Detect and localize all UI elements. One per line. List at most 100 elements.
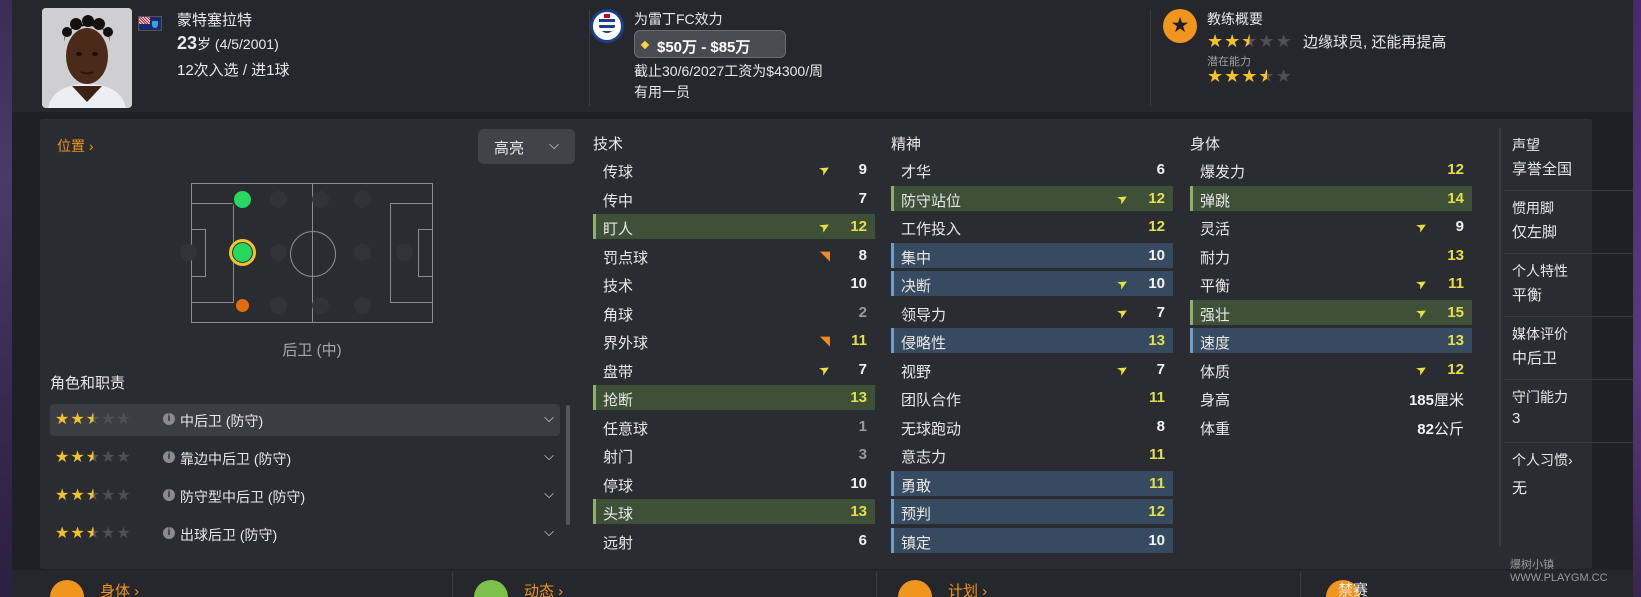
attribute-row[interactable]: 盯人 ➤ 12 bbox=[593, 214, 875, 239]
attribute-row[interactable]: 盘带 ➤ 7 bbox=[593, 357, 875, 382]
attribute-row[interactable]: 传球 ➤ 9 bbox=[593, 157, 875, 182]
position-dot[interactable] bbox=[354, 191, 371, 208]
attribute-name: 远射 bbox=[603, 534, 634, 552]
attribute-row[interactable]: 任意球 1 bbox=[593, 414, 875, 439]
attribute-row[interactable]: 侵略性 13 bbox=[891, 328, 1173, 353]
attribute-number: 12 bbox=[1447, 360, 1464, 378]
position-dot-natural[interactable] bbox=[229, 239, 256, 266]
position-dot[interactable] bbox=[270, 297, 287, 314]
attribute-row[interactable]: 角球 2 bbox=[593, 300, 875, 325]
position-dot[interactable] bbox=[270, 191, 287, 208]
attribute-row[interactable]: 勇敢 11 bbox=[891, 470, 1173, 496]
attribute-row[interactable]: 无球跑动 8 bbox=[891, 414, 1173, 439]
tab-plan[interactable]: 计划 › bbox=[948, 580, 987, 597]
attribute-row[interactable]: 决断 ➤ 10 bbox=[891, 271, 1173, 296]
tab-dynamics[interactable]: 动态 › bbox=[524, 580, 563, 597]
attribute-value: 12 bbox=[1148, 218, 1165, 235]
attribute-value: 9 bbox=[1456, 218, 1464, 235]
position-dot[interactable] bbox=[180, 244, 197, 261]
attribute-row[interactable]: 技术 10 bbox=[593, 271, 875, 296]
attribute-row[interactable]: 镇定 10 bbox=[891, 527, 1173, 553]
position-dot[interactable] bbox=[312, 297, 329, 314]
tab-suspension[interactable]: 禁赛 bbox=[1338, 579, 1368, 597]
attribute-row[interactable]: 头球 13 bbox=[593, 499, 875, 524]
attribute-value: 13 bbox=[1447, 332, 1464, 349]
attribute-number: 11 bbox=[1149, 389, 1165, 406]
attribute-row[interactable]: 身高 185厘米 bbox=[1190, 385, 1472, 410]
role-item[interactable]: ★★★★★ i 出球后卫 (防守) ⌵ bbox=[50, 518, 560, 550]
attribute-row[interactable]: 耐力 13 bbox=[1190, 243, 1472, 268]
attribute-row[interactable]: 弹跳 14 bbox=[1190, 185, 1472, 211]
position-link[interactable]: 位置 › bbox=[57, 136, 94, 156]
attribute-row[interactable]: 领导力 ➤ 7 bbox=[891, 300, 1173, 325]
position-dot[interactable] bbox=[312, 191, 329, 208]
role-item[interactable]: ★★★★★ i 靠边中后卫 (防守) ⌵ bbox=[50, 442, 560, 474]
attribute-value: 9 bbox=[859, 161, 867, 178]
attribute-name: 传球 bbox=[603, 164, 634, 181]
chevron-down-icon[interactable]: ⌵ bbox=[544, 410, 554, 426]
position-dot[interactable] bbox=[270, 244, 287, 261]
attribute-name: 体质 bbox=[1200, 363, 1231, 381]
highlight-dropdown[interactable]: 高亮 ⌵ bbox=[478, 129, 575, 164]
attribute-row[interactable]: 传中 7 bbox=[593, 186, 875, 211]
chevron-down-icon[interactable]: ⌵ bbox=[544, 448, 554, 464]
attribute-value: 10 bbox=[1148, 532, 1165, 549]
attribute-row[interactable]: 平衡 ➤ 11 bbox=[1190, 271, 1472, 296]
position-dot[interactable] bbox=[354, 297, 371, 314]
attribute-row[interactable]: 罚点球 ◥ 8 bbox=[593, 243, 875, 268]
attribute-row[interactable]: 界外球 ◥ 11 bbox=[593, 328, 875, 353]
trend-up-icon: ➤ bbox=[1114, 274, 1132, 293]
personality-value: 平衡 bbox=[1512, 287, 1543, 304]
coach-report-title[interactable]: 教练概要 bbox=[1207, 9, 1263, 29]
chevron-down-icon[interactable]: ⌵ bbox=[544, 486, 554, 502]
trend-up-icon: ➤ bbox=[816, 359, 834, 379]
tab-physical[interactable]: 身体 › bbox=[100, 580, 139, 597]
roles-scrollbar[interactable] bbox=[566, 405, 570, 525]
attribute-row[interactable]: 灵活 ➤ 9 bbox=[1190, 214, 1472, 239]
trend-down-icon: ◥ bbox=[820, 333, 830, 348]
attribute-row[interactable]: 抢断 13 bbox=[593, 385, 875, 410]
role-item[interactable]: ★★★★★ i 防守型中后卫 (防守) ⌵ bbox=[50, 480, 560, 512]
attribute-value: 12 bbox=[1148, 503, 1165, 520]
attribute-number: 8 bbox=[858, 246, 867, 264]
role-item[interactable]: ★★★★★ i 中后卫 (防守) ⌵ bbox=[50, 404, 560, 436]
attribute-row[interactable]: 团队合作 11 bbox=[891, 385, 1173, 410]
club-title[interactable]: 为雷丁FC效力 bbox=[634, 9, 723, 29]
attribute-row[interactable]: 体重 82公斤 bbox=[1190, 414, 1472, 439]
chevron-down-icon[interactable]: ⌵ bbox=[544, 524, 554, 540]
position-dot-unconvincing[interactable] bbox=[235, 298, 250, 313]
attribute-value: 1 bbox=[859, 418, 867, 435]
goalkeeping-label: 守门能力 bbox=[1512, 389, 1568, 405]
info-icon[interactable]: i bbox=[163, 451, 175, 463]
attribute-row[interactable]: 体质 ➤ 12 bbox=[1190, 357, 1472, 382]
position-dot-accomplished[interactable] bbox=[232, 189, 253, 210]
reputation-label: 声望 bbox=[1512, 137, 1540, 153]
nationality-flag-icon bbox=[138, 16, 162, 31]
attribute-number: 10 bbox=[850, 275, 867, 292]
role-rating-stars: ★★★★★ bbox=[55, 449, 132, 466]
attribute-row[interactable]: 集中 10 bbox=[891, 242, 1173, 268]
position-dot[interactable] bbox=[396, 244, 413, 261]
position-dot[interactable] bbox=[354, 244, 371, 261]
attribute-row[interactable]: 停球 10 bbox=[593, 471, 875, 496]
attribute-name: 强壮 bbox=[1200, 306, 1231, 324]
attribute-value: 10 bbox=[1148, 247, 1165, 264]
role-rating-stars: ★★★★★ bbox=[55, 487, 132, 504]
attribute-row[interactable]: 速度 13 bbox=[1190, 328, 1472, 353]
attribute-row[interactable]: 才华 6 bbox=[891, 157, 1173, 182]
attribute-row[interactable]: 视野 ➤ 7 bbox=[891, 357, 1173, 382]
attribute-row[interactable]: 意志力 11 bbox=[891, 442, 1173, 467]
transfer-value-badge[interactable]: $50万 - $85万 bbox=[634, 30, 786, 58]
attribute-row[interactable]: 强壮 ➤ 15 bbox=[1190, 299, 1472, 325]
attribute-row[interactable]: 预判 12 bbox=[891, 499, 1173, 524]
attribute-row[interactable]: 防守站位 ➤ 12 bbox=[891, 185, 1173, 211]
attribute-row[interactable]: 工作投入 12 bbox=[891, 214, 1173, 239]
info-icon[interactable]: i bbox=[163, 527, 175, 539]
attribute-row[interactable]: 爆发力 12 bbox=[1190, 157, 1472, 182]
player-traits-link[interactable]: 个人习惯› bbox=[1512, 450, 1573, 470]
attribute-row[interactable]: 射门 3 bbox=[593, 442, 875, 467]
info-icon[interactable]: i bbox=[163, 489, 175, 501]
club-badge-icon[interactable] bbox=[590, 9, 624, 43]
attribute-row[interactable]: 远射 6 bbox=[593, 528, 875, 553]
info-icon[interactable]: i bbox=[163, 413, 175, 425]
